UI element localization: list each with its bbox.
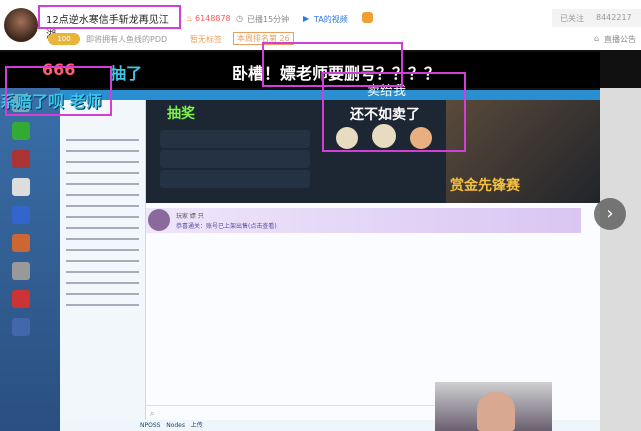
- desktop-icon: [12, 290, 30, 308]
- fire-icon: ♨: [186, 14, 194, 23]
- stream-header: 12点逆水寒信手斩龙再见江湖 ♨ 6148878 ◷ 已播15分钟 ▶ TA的视…: [0, 0, 641, 50]
- desktop-icon: [12, 262, 30, 280]
- chat-message: 玩家 嫖 只 恭喜通关：账号已上架出售(点击查看): [146, 208, 581, 233]
- search-icon[interactable]: ⌕: [150, 409, 154, 419]
- game-client-titlebar: [60, 90, 600, 100]
- desktop-icon: [12, 234, 30, 252]
- danmaku-item: 抽了: [110, 64, 143, 83]
- video-icon: ▶: [303, 14, 310, 23]
- qq-contact-panel: [60, 100, 146, 431]
- desktop-icon: [12, 150, 30, 168]
- follow-button[interactable]: 已关注: [560, 13, 584, 24]
- desktop-icon: [12, 122, 30, 140]
- overlay-lottery: 抽奖: [167, 106, 195, 122]
- toolbar-item[interactable]: Nodes: [166, 422, 185, 429]
- toolbar-item[interactable]: 上传: [191, 422, 203, 429]
- side-panel: [600, 88, 641, 431]
- tag-label[interactable]: 暂无标签: [190, 34, 222, 45]
- notice-link[interactable]: 直播公告: [604, 34, 636, 45]
- announcement: 即将拥有人鱼线的PDD: [86, 35, 168, 44]
- shield-badge-icon: [362, 12, 373, 23]
- message-text: 恭喜通关：账号已上架出售(点击查看): [176, 223, 277, 230]
- sender-name: 玩家 嫖 只: [176, 213, 204, 220]
- danmaku-item: 666: [42, 60, 76, 79]
- streamer-webcam: [435, 382, 552, 431]
- danmaku-layer: 666 抽了 卧槽！嫖老师要删号？？？？: [0, 52, 600, 88]
- sender-avatar: [148, 209, 170, 231]
- room-row[interactable]: [160, 170, 310, 188]
- desktop-icon: [12, 318, 30, 336]
- next-arrow-button[interactable]: ›: [594, 198, 626, 230]
- toolbar-item[interactable]: NPOSS: [140, 422, 160, 429]
- room-row[interactable]: [160, 150, 310, 168]
- stream-duration: 已播15分钟: [247, 15, 290, 24]
- prize-icons: [330, 122, 440, 162]
- notice-icon: ⌂: [594, 34, 600, 43]
- clock-icon: ◷: [236, 14, 243, 23]
- game-banner[interactable]: 赏金先锋赛: [446, 100, 600, 203]
- streamer-avatar[interactable]: [4, 8, 38, 42]
- follow-area[interactable]: 已关注 8442217: [552, 9, 641, 27]
- desktop-icon: [12, 206, 30, 224]
- overlay-text: 系赔了呗 老师: [0, 92, 102, 111]
- chat-divider: [146, 405, 446, 406]
- follower-count: 8442217: [596, 13, 632, 22]
- room-row[interactable]: [160, 130, 310, 148]
- weekly-rank[interactable]: 本周排名第 26: [233, 32, 294, 45]
- overlay-sell: 卖给我: [367, 84, 407, 99]
- danmaku-item: 卧槽！嫖老师要删号？？？？: [232, 64, 441, 83]
- desktop-icon: [12, 178, 30, 196]
- hot-count: 6148878: [195, 14, 231, 23]
- level-badge: 100: [48, 33, 80, 45]
- overlay-better-sell: 还不如卖了: [350, 107, 420, 123]
- desktop-icons: [0, 88, 60, 431]
- stream-title: 12点逆水寒信手斩龙再见江湖: [38, 5, 181, 41]
- ta-video-link[interactable]: TA的视频: [314, 14, 348, 25]
